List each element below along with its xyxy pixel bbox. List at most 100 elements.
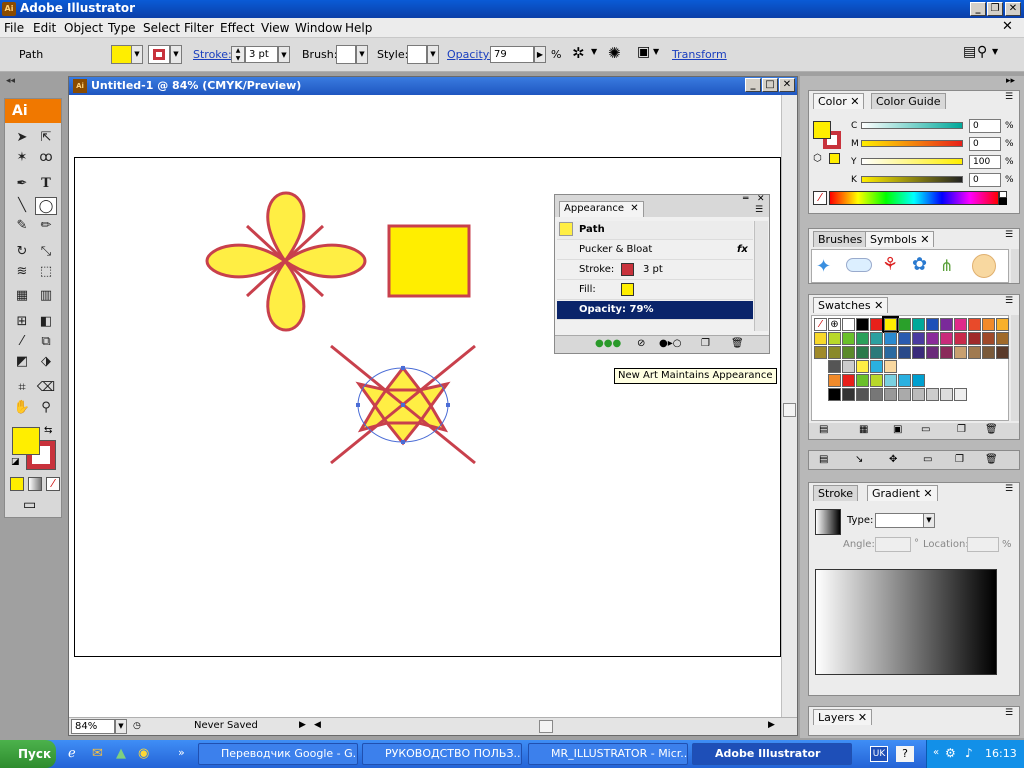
close-tab-icon[interactable]: ✕ <box>858 711 867 724</box>
swatch-cell[interactable] <box>828 332 841 345</box>
blend-tool-icon[interactable]: ⧉ <box>35 333 57 351</box>
app-quicklaunch-icon[interactable]: ▲ <box>116 746 126 761</box>
swatch-cell[interactable] <box>884 388 897 401</box>
swatch-cell[interactable] <box>940 332 953 345</box>
swatch-cell[interactable] <box>940 346 953 359</box>
appearance-fill-row[interactable]: Fill: <box>557 281 753 300</box>
scroll-right-arrow[interactable]: ▶ <box>768 720 775 730</box>
symbol-bird-icon[interactable]: ✦ <box>816 256 831 277</box>
panel-menu-icon[interactable]: ☰ <box>1005 230 1013 240</box>
start-button[interactable]: Пуск <box>0 740 56 768</box>
swatch-cell[interactable] <box>814 346 827 359</box>
none-swatch[interactable]: ⁄ <box>813 191 827 205</box>
search-icon[interactable]: ⚲ <box>977 44 987 60</box>
scale-tool-icon[interactable]: ⤡ <box>35 243 57 261</box>
swatch-cell[interactable] <box>926 346 939 359</box>
language-indicator[interactable]: UK <box>870 746 888 762</box>
swatch-cell[interactable] <box>828 360 841 373</box>
swatch-cell[interactable] <box>884 332 897 345</box>
free-transform-tool-icon[interactable]: ⬚ <box>35 263 57 281</box>
reduce-basic-icon[interactable]: ●▸○ <box>659 338 681 349</box>
swatch-cell[interactable] <box>842 346 855 359</box>
symbols-scrollbar[interactable] <box>1011 249 1019 283</box>
yellow-slider[interactable] <box>861 158 963 165</box>
stroke-swatch[interactable] <box>148 45 170 64</box>
swatch-cell[interactable] <box>926 388 939 401</box>
panel-menu-icon[interactable]: ☰ <box>1005 296 1013 306</box>
pencil-tool-icon[interactable]: ✏ <box>35 217 57 235</box>
swatch-cell[interactable]: ⁄ <box>814 318 827 331</box>
tab-color-guide[interactable]: Color Guide <box>871 93 946 109</box>
doc-maximize-button[interactable]: □ <box>762 78 778 92</box>
swatch-cell[interactable] <box>898 318 911 331</box>
menu-view[interactable]: View <box>261 21 289 35</box>
fx-icon[interactable]: fx <box>737 244 748 255</box>
clear-appearance-icon[interactable]: ⊘ <box>637 338 645 349</box>
swatch-cell[interactable] <box>882 316 899 333</box>
swatch-cell[interactable] <box>870 318 883 331</box>
menu-window[interactable]: Window <box>295 21 342 35</box>
eyedropper-tool-icon[interactable]: ⁄ <box>11 333 33 351</box>
menu-select[interactable]: Select <box>143 21 180 35</box>
volume-icon[interactable]: ♪ <box>965 746 973 760</box>
zoom-tool-icon[interactable]: ⚲ <box>35 399 57 417</box>
gradient-slider[interactable] <box>815 569 997 675</box>
swatch-cell[interactable] <box>996 318 1009 331</box>
horizontal-scroll-thumb[interactable] <box>539 720 553 733</box>
swatch-cell[interactable] <box>870 388 883 401</box>
task-word-document[interactable]: MR_ILLUSTRATOR - Micr... <box>528 743 688 765</box>
default-colors-icon[interactable]: ◪ <box>11 457 20 467</box>
swatch-cell[interactable] <box>870 360 883 373</box>
swatch-cell[interactable] <box>982 332 995 345</box>
swatch-cell[interactable] <box>982 318 995 331</box>
swatch-cell[interactable] <box>842 318 855 331</box>
swatch-cell[interactable] <box>954 318 967 331</box>
paintbrush-tool-icon[interactable]: ✎ <box>11 217 33 235</box>
swatch-library-icon[interactable]: ▤ <box>819 424 828 435</box>
white-swatch[interactable] <box>999 191 1007 198</box>
angle-field[interactable] <box>875 537 911 552</box>
task-adobe-illustrator[interactable]: Adobe Illustrator <box>692 743 852 765</box>
swatch-cell[interactable] <box>884 374 897 387</box>
menu-type[interactable]: Type <box>108 21 136 35</box>
swatch-cell[interactable] <box>912 374 925 387</box>
out-of-gamut-icon[interactable]: ⬡ <box>813 153 822 164</box>
menu-object[interactable]: Object <box>64 21 103 35</box>
new-art-maintains-icon[interactable]: ●●● <box>595 338 621 349</box>
appearance-opacity-row[interactable]: Opacity: 79% <box>557 301 753 320</box>
cyan-slider[interactable] <box>861 122 963 129</box>
swatch-cell[interactable] <box>912 388 925 401</box>
swatch-cell[interactable] <box>954 332 967 345</box>
stroke-link[interactable]: Stroke: <box>193 48 232 61</box>
transparency-icon[interactable]: ↘ <box>855 454 863 465</box>
menu-help[interactable]: Help <box>345 21 372 35</box>
chrome-quicklaunch-icon[interactable]: ◉ <box>138 746 149 761</box>
hand-tool-icon[interactable]: ✋ <box>11 399 33 417</box>
trash-icon[interactable]: 🗑 <box>731 338 744 349</box>
network-icon[interactable]: ⚙ <box>945 746 956 760</box>
delete-swatch-icon[interactable]: 🗑 <box>985 424 998 435</box>
minimize-panel-icon[interactable]: ═ <box>743 194 748 204</box>
cyan-value[interactable]: 0 <box>969 119 1001 133</box>
type-tool-icon[interactable]: T <box>35 175 57 193</box>
scroll-left-arrow[interactable]: ◀ <box>314 720 321 730</box>
vertical-scrollbar[interactable] <box>781 95 797 717</box>
swap-colors-icon[interactable]: ⇆ <box>44 425 52 436</box>
recolor-artwork-icon[interactable]: ✲ <box>572 44 585 62</box>
magic-wand-tool-icon[interactable]: ✶ <box>11 149 33 167</box>
duplicate-item-icon[interactable]: ❐ <box>701 338 710 349</box>
menu-edit[interactable]: Edit <box>33 21 56 35</box>
magenta-slider[interactable] <box>861 140 963 147</box>
swatch-cell[interactable] <box>856 332 869 345</box>
outlook-quicklaunch-icon[interactable]: ✉ <box>92 746 103 761</box>
quicklaunch-more-icon[interactable]: » <box>178 746 185 759</box>
panel-menu-icon[interactable]: ☰ <box>1005 708 1013 718</box>
swatch-cell[interactable] <box>814 332 827 345</box>
new-swatch-icon[interactable]: ❐ <box>957 424 966 435</box>
fill-dropdown[interactable]: ▼ <box>131 45 143 64</box>
swatches-scrollbar[interactable] <box>1011 315 1019 421</box>
ie-quicklaunch-icon[interactable]: ℯ <box>68 746 76 761</box>
close-tab-icon[interactable]: ✕ <box>874 299 883 312</box>
tab-color[interactable]: Color ✕ <box>813 93 865 109</box>
swatch-cell[interactable] <box>828 346 841 359</box>
